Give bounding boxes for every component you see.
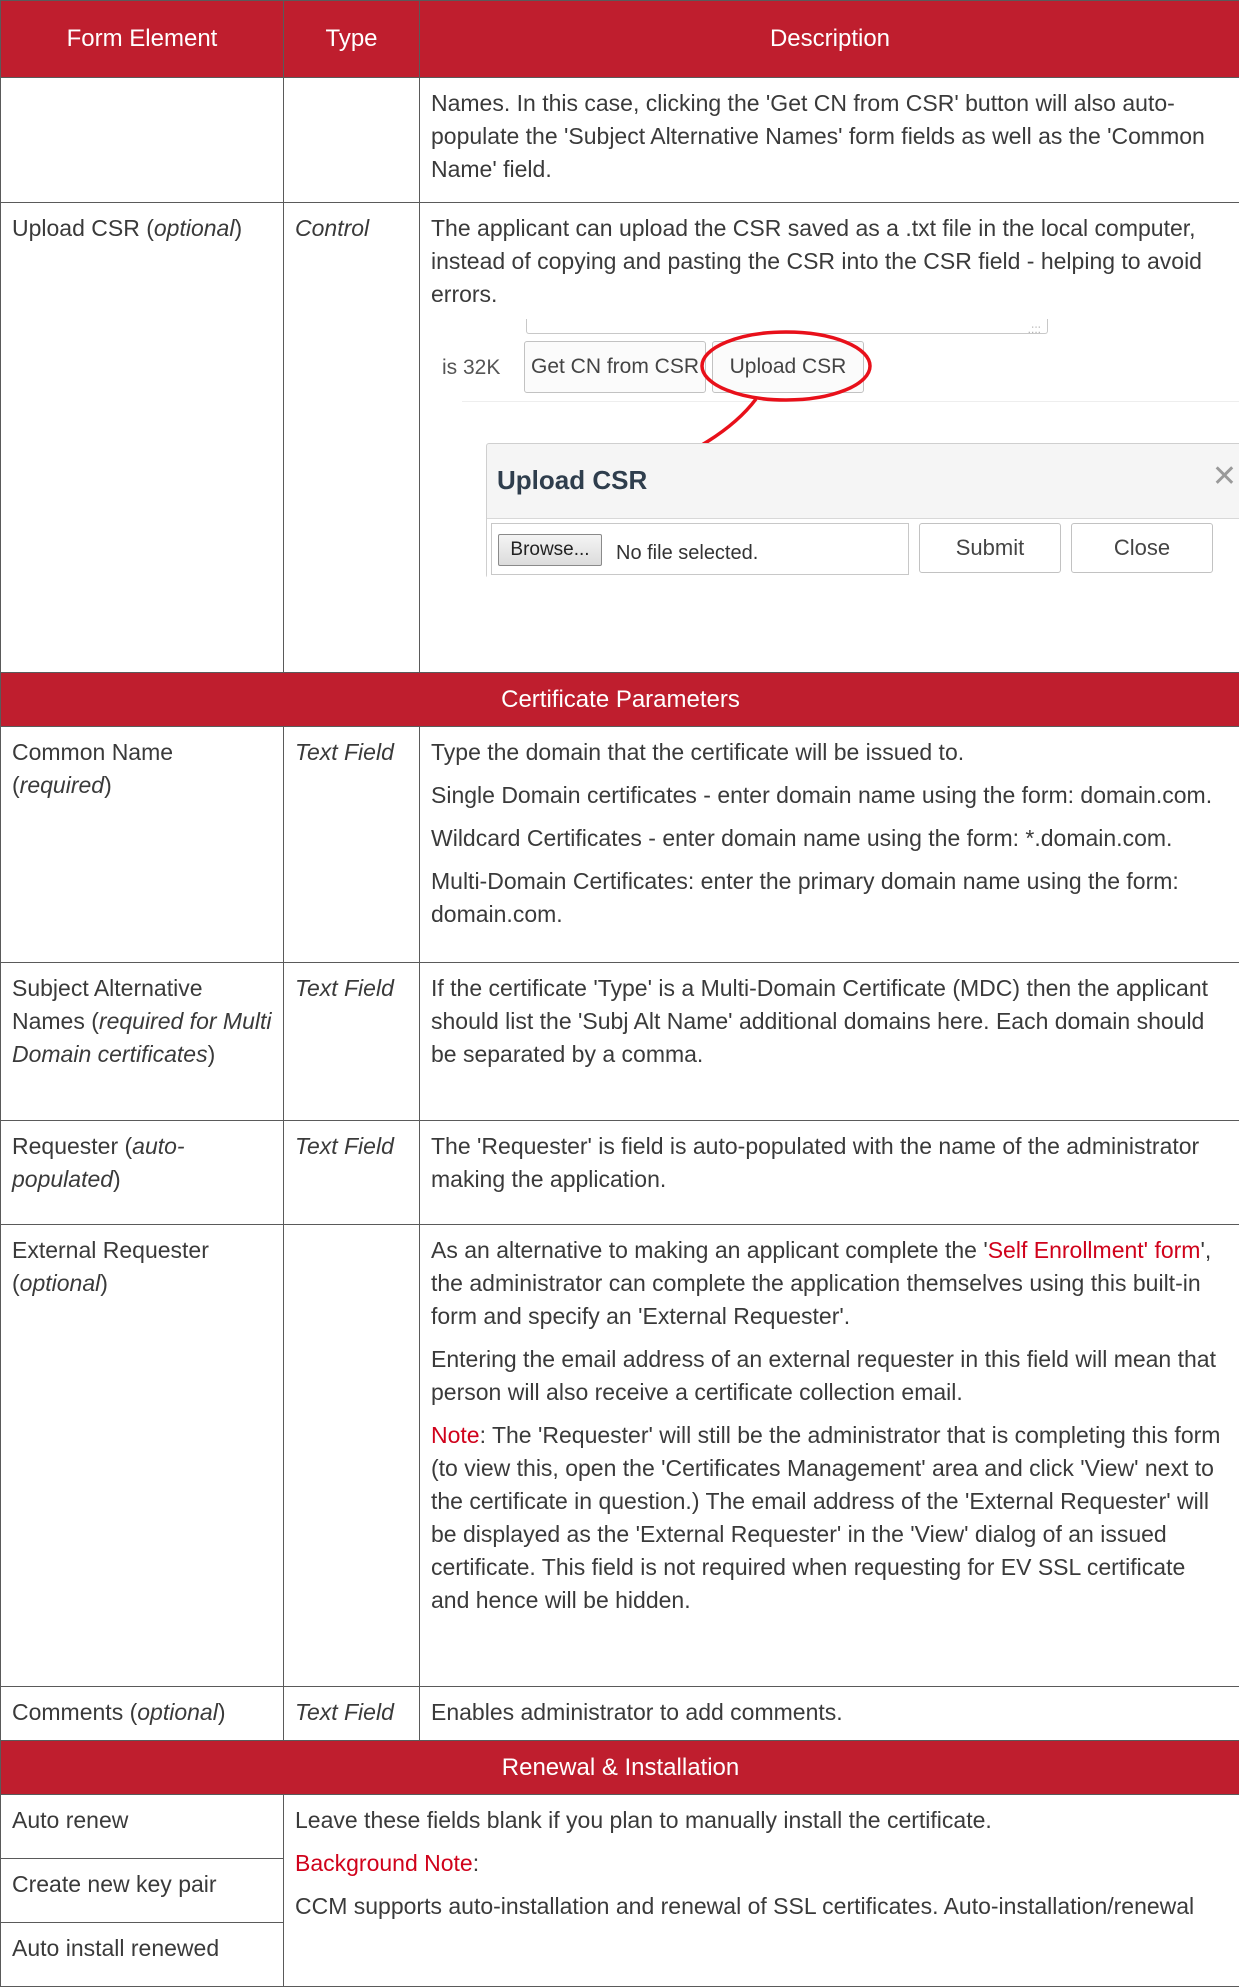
description-cell: Names. In this case, clicking the 'Get C… [420,78,1239,203]
section-row: Renewal & Installation [1,1741,1239,1795]
browse-button[interactable]: Browse... [498,534,602,566]
description-text: CCM supports auto-installation and renew… [295,1890,1230,1923]
close-button[interactable]: Close [1071,523,1213,573]
description-text: Single Domain certificates - enter domai… [431,779,1230,812]
description-text: Names. In this case, clicking the 'Get C… [431,87,1230,186]
header-form-element: Form Element [1,1,284,78]
table-row-renewal: Auto renew Leave these fields blank if y… [1,1795,1239,1859]
description-cell: The 'Requester' is field is auto-populat… [420,1121,1239,1225]
table-row-requester: Requester (auto-populated) Text Field Th… [1,1121,1239,1225]
table-row-comments: Comments (optional) Text Field Enables a… [1,1687,1239,1741]
description-cell: The applicant can upload the CSR saved a… [420,203,1239,673]
table-row-subject-alternative-names: Subject Alternative Names (required for … [1,963,1239,1121]
element-close: ) [208,1041,216,1067]
table-row-common-name: Common Name (required) Text Field Type th… [1,727,1239,963]
element-close: ) [104,772,112,798]
element-cell: Upload CSR (optional) [1,203,284,673]
section-certificate-parameters: Certificate Parameters [1,673,1239,727]
type-text: Control [284,203,419,254]
type-cell: Text Field [284,1687,420,1741]
description-text: The 'Requester' is field is auto-populat… [431,1130,1230,1196]
element-cell: External Requester (optional) [1,1225,284,1687]
element-qualifier: required [20,772,104,798]
header-type: Type [284,1,420,78]
header-description: Description [420,1,1239,78]
upload-csr-screenshot: .::: is 32K Get CN from CSR Upload CSR U… [432,321,1239,576]
table-row-upload-csr: Upload CSR (optional) Control The applic… [1,203,1239,673]
element-cell [1,78,284,203]
element-cell: Subject Alternative Names (required for … [1,963,284,1121]
element-name: Comments ( [12,1699,137,1725]
element-name: Requester ( [12,1133,132,1159]
description-text: As an alternative to making an applicant… [431,1234,1230,1333]
description-text: Enables administrator to add comments. [431,1696,1230,1729]
form-elements-table: Form Element Type Description Names. In … [0,0,1239,1987]
description-text: Wildcard Certificates - enter domain nam… [431,822,1230,855]
type-cell: Control [284,203,420,673]
element-name: Upload CSR ( [12,215,154,241]
section-renewal-installation: Renewal & Installation [1,1741,1239,1795]
element-qualifier: optional [154,215,235,241]
type-text: Text Field [284,1687,419,1738]
description-text: Entering the email address of an externa… [431,1343,1230,1409]
description-cell: Enables administrator to add comments. [420,1687,1239,1741]
element-cell: Create new key pair [1,1859,284,1923]
text-before-link: As an alternative to making an applicant… [431,1237,988,1263]
element-close: ) [113,1166,121,1192]
type-cell [284,1225,420,1687]
background-note-heading: Background Note: [295,1847,1230,1880]
type-text: Text Field [284,963,419,1014]
upload-csr-dialog: Upload CSR ✕ Browse... No file selected.… [486,443,1239,578]
element-cell: Requester (auto-populated) [1,1121,284,1225]
description-text: Multi-Domain Certificates: enter the pri… [431,865,1230,931]
element-qualifier: optional [137,1699,218,1725]
section-row: Certificate Parameters [1,673,1239,727]
file-status: No file selected. [616,537,758,570]
description-cell: If the certificate 'Type' is a Multi-Dom… [420,963,1239,1121]
note-label: Note [431,1422,480,1448]
table-row-external-requester: External Requester (optional) As an alter… [1,1225,1239,1687]
element-name: Common Name [12,739,173,765]
element-close: ) [234,215,242,241]
element-qualifier: optional [20,1270,101,1296]
dialog-body: Browse... No file selected. Submit Close [487,518,1239,578]
element-cell: Auto renew [1,1795,284,1859]
type-cell: Text Field [284,727,420,963]
element-name: Create new key pair [1,1859,283,1910]
type-text: Text Field [284,1121,419,1172]
type-cell [284,78,420,203]
description-text: Leave these fields blank if you plan to … [295,1804,1230,1837]
highlight-circle [702,332,870,400]
element-cell: Common Name (required) [1,727,284,963]
note-text: : The 'Requester' will still be the admi… [431,1422,1220,1613]
background-note-label: Background Note [295,1850,473,1876]
element-open: ( [12,1270,20,1296]
description-cell: Type the domain that the certificate wil… [420,727,1239,963]
element-name: Auto renew [1,1795,283,1846]
element-close: ) [218,1699,226,1725]
file-input[interactable]: Browse... No file selected. [491,523,909,575]
element-name: External Requester [12,1237,209,1263]
description-text: If the certificate 'Type' is a Multi-Dom… [431,972,1230,1071]
submit-button[interactable]: Submit [919,523,1061,573]
background-note-colon: : [473,1850,479,1876]
close-icon[interactable]: ✕ [1212,460,1237,493]
type-cell: Text Field [284,963,420,1121]
type-text: Text Field [284,727,419,778]
note-paragraph: Note: The 'Requester' will still be the … [431,1419,1230,1617]
description-cell: As an alternative to making an applicant… [420,1225,1239,1687]
dialog-title: Upload CSR [497,464,647,497]
element-close: ) [100,1270,108,1296]
element-cell: Comments (optional) [1,1687,284,1741]
element-name: Auto install renewed [1,1923,283,1974]
element-open: ( [12,772,20,798]
table-header-row: Form Element Type Description [1,1,1239,78]
table-row: Names. In this case, clicking the 'Get C… [1,78,1239,203]
self-enrollment-form-link[interactable]: Self Enrollment' form [988,1237,1201,1263]
type-cell: Text Field [284,1121,420,1225]
description-cell: Leave these fields blank if you plan to … [284,1795,1239,1987]
element-cell: Auto install renewed [1,1923,284,1987]
description-text: The applicant can upload the CSR saved a… [431,212,1230,311]
description-text: Type the domain that the certificate wil… [431,736,1230,769]
